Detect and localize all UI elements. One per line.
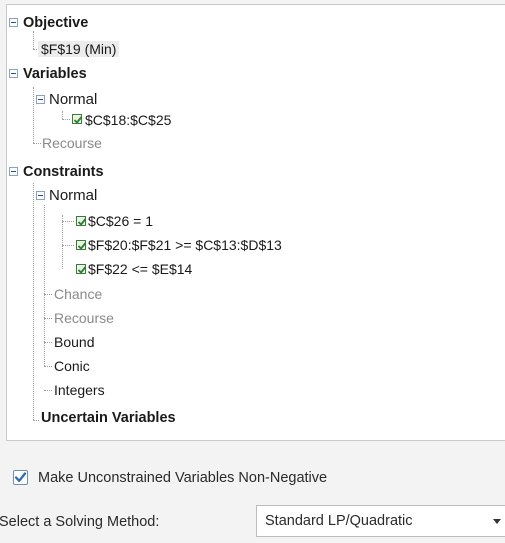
nonnegative-checkbox[interactable]: [13, 470, 28, 485]
chevron-down-icon[interactable]: [493, 519, 501, 524]
tree-connector: [33, 143, 41, 144]
collapse-variables-icon[interactable]: [9, 69, 18, 78]
tree-node-objective[interactable]: Objective: [23, 12, 88, 34]
collapse-constraints-normal-icon[interactable]: [36, 191, 45, 200]
collapse-constraints-icon[interactable]: [9, 167, 18, 176]
tree-node-bound[interactable]: Bound: [54, 331, 94, 353]
tree-node-chance[interactable]: Chance: [54, 283, 102, 305]
collapse-variables-normal-icon[interactable]: [36, 95, 45, 104]
tree-connector: [44, 366, 52, 367]
solving-method-label: Select a Solving Method:: [0, 514, 160, 530]
tree-node-conic[interactable]: Conic: [54, 355, 90, 377]
tree-connector: [62, 221, 74, 222]
tree-node-constraints-recourse[interactable]: Recourse: [54, 307, 114, 329]
tree-connector: [44, 318, 52, 319]
tree-connector: [33, 183, 34, 420]
tree-connector: [62, 111, 63, 119]
tree-connector: [62, 215, 63, 269]
tree-node-constraint-2[interactable]: $F$20:$F$21 >= $C$13:$D$13: [88, 234, 282, 256]
tree-node-uncertain-variables[interactable]: Uncertain Variables: [41, 407, 176, 429]
tree-connector: [33, 87, 34, 143]
tree-connector: [44, 342, 52, 343]
checkmark-icon: [14, 472, 27, 482]
check-icon[interactable]: [76, 240, 87, 250]
solver-parameters-panel: Objective $F$19 (Min) Variables Normal $…: [0, 0, 505, 543]
check-icon[interactable]: [76, 264, 87, 274]
nonnegative-label[interactable]: Make Unconstrained Variables Non-Negativ…: [38, 467, 327, 489]
tree-node-integers[interactable]: Integers: [54, 379, 105, 401]
model-tree[interactable]: Objective $F$19 (Min) Variables Normal $…: [6, 4, 505, 441]
check-icon[interactable]: [72, 114, 83, 124]
tree-connector: [62, 245, 74, 246]
tree-node-constraints[interactable]: Constraints: [23, 161, 104, 183]
tree-node-constraint-3[interactable]: $F$22 <= $E$14: [88, 258, 192, 280]
tree-node-variables[interactable]: Variables: [23, 63, 87, 85]
tree-node-constraint-1[interactable]: $C$26 = 1: [88, 210, 153, 232]
tree-connector: [44, 294, 52, 295]
tree-connector: [44, 390, 52, 391]
tree-node-constraints-normal[interactable]: Normal: [49, 185, 97, 207]
tree-node-variables-recourse[interactable]: Recourse: [42, 132, 102, 154]
check-icon[interactable]: [76, 216, 87, 226]
solving-method-select[interactable]: Standard LP/Quadratic: [256, 505, 505, 537]
tree-connector: [62, 119, 70, 120]
collapse-objective-icon[interactable]: [9, 18, 18, 27]
objective-cell-label: $F$19 (Min): [38, 41, 120, 57]
tree-node-objective-cell[interactable]: $F$19 (Min): [38, 38, 120, 60]
solving-method-value: Standard LP/Quadratic: [265, 513, 413, 529]
tree-node-variables-normal[interactable]: Normal: [49, 89, 97, 111]
tree-node-variable-range[interactable]: $C$18:$C$25: [85, 109, 171, 131]
tree-connector: [33, 420, 39, 421]
